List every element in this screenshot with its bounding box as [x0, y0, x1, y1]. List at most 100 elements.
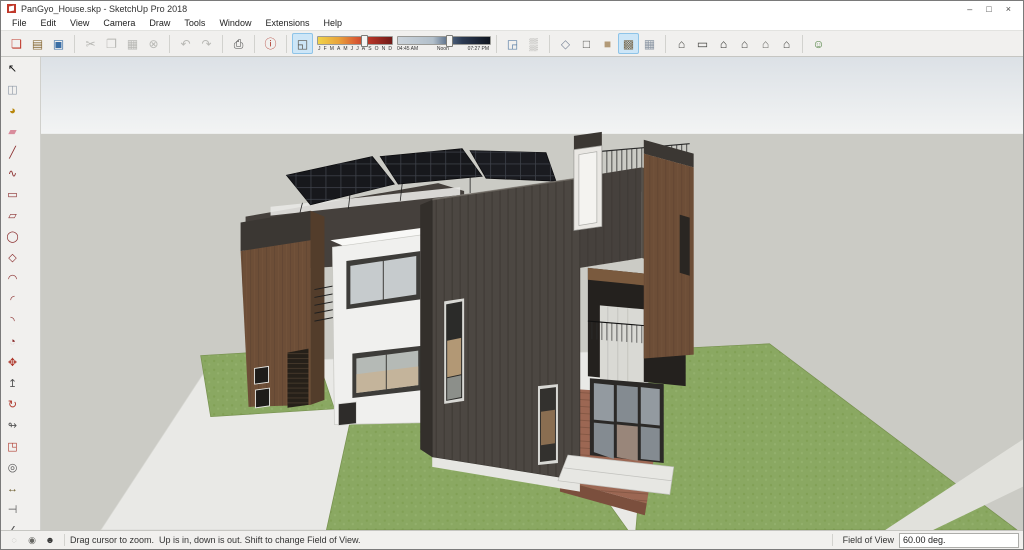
menu-view[interactable]: View: [63, 17, 96, 29]
sign-in-icon[interactable]: ☻: [44, 534, 56, 546]
pie-tool[interactable]: ◔: [3, 333, 22, 352]
view-iso-icon: ⌂: [677, 36, 686, 51]
undo-icon: ↶: [180, 36, 191, 51]
cut-icon: ✂: [85, 36, 96, 51]
copy-button[interactable]: ❐: [101, 33, 122, 54]
push-pull-tool[interactable]: ↥: [3, 375, 22, 394]
date-slider-handle[interactable]: [360, 34, 368, 47]
circle-tool[interactable]: ◯: [3, 228, 22, 247]
maximize-button[interactable]: □: [986, 4, 991, 14]
view-left-button[interactable]: ⌂: [776, 33, 797, 54]
close-button[interactable]: ×: [1006, 4, 1011, 14]
geo-figure-icon: ☺: [812, 36, 825, 51]
dimension-tool[interactable]: ⊣: [3, 501, 22, 520]
sketchup-logo-icon: [7, 4, 16, 13]
line-tool[interactable]: ╱: [3, 144, 22, 163]
minimize-button[interactable]: –: [967, 4, 972, 14]
paste-icon: ▦: [126, 36, 139, 51]
shadows-toolbar: ◱ JFMAMJJASOND 04:45 AM Noon 07:27 PM: [290, 33, 493, 54]
print-button[interactable]: ⎙: [228, 33, 249, 54]
title-bar: PanGyo_House.skp - SketchUp Pro 2018 – □…: [1, 1, 1023, 16]
offset-tool[interactable]: ◎: [3, 459, 22, 478]
menu-help[interactable]: Help: [316, 17, 349, 29]
shadow-settings-button[interactable]: ◱: [292, 33, 313, 54]
view-right-button[interactable]: ⌂: [734, 33, 755, 54]
month-letter: F: [323, 45, 327, 52]
model-info-button[interactable]: ⓘ: [260, 33, 281, 54]
scale-tool[interactable]: ◳: [3, 438, 22, 457]
month-letter: M: [343, 45, 348, 52]
shadows-toggle-button[interactable]: ◲: [502, 33, 523, 54]
time-slider-handle[interactable]: [445, 34, 453, 47]
eraser-tool[interactable]: ▰: [3, 123, 22, 142]
style-shaded-with-textures-button[interactable]: ▩: [618, 33, 639, 54]
two-point-arc-tool[interactable]: ◜: [3, 291, 22, 310]
geo-figure-button[interactable]: ☺: [808, 33, 829, 54]
month-letter: J: [350, 45, 354, 52]
model-canvas[interactable]: [41, 57, 1023, 530]
sketchup-window: PanGyo_House.skp - SketchUp Pro 2018 – □…: [0, 0, 1024, 550]
view-front-button[interactable]: ⌂: [713, 33, 734, 54]
geolocation-icon[interactable]: ◌: [8, 534, 20, 546]
rotate-tool[interactable]: ↻: [3, 396, 22, 415]
status-separator: [831, 534, 833, 546]
open-button[interactable]: ▤: [27, 33, 48, 54]
make-component-tool[interactable]: ◫: [3, 81, 22, 100]
style-hidden-line-button[interactable]: □: [576, 33, 597, 54]
style-monochrome-button[interactable]: ▦: [639, 33, 660, 54]
measurement-label: Field of View: [842, 535, 894, 545]
large-tool-set: ↖◫◕▰╱∿▭▱◯◇◠◜◝◔✥↥↻↬◳◎↔⊣∠A⊥A↺☜⊕⊞✺↶☺◉∷◪: [1, 57, 41, 549]
fog-toggle-button[interactable]: ▒: [523, 33, 544, 54]
menu-window[interactable]: Window: [212, 17, 258, 29]
style-shaded-button[interactable]: ■: [597, 33, 618, 54]
menu-camera[interactable]: Camera: [96, 17, 142, 29]
style-xray-button[interactable]: ◇: [555, 33, 576, 54]
menu-extensions[interactable]: Extensions: [258, 17, 316, 29]
view-top-button[interactable]: ▭: [692, 33, 713, 54]
follow-me-tool[interactable]: ↬: [3, 417, 22, 436]
shadow-date-slider[interactable]: JFMAMJJASOND: [317, 34, 393, 52]
erase-button[interactable]: ⊗: [143, 33, 164, 54]
arc-tool[interactable]: ◠: [3, 270, 22, 289]
menu-tools[interactable]: Tools: [177, 17, 212, 29]
toolbar-separator: [286, 34, 287, 53]
style-monochrome-icon: ▦: [643, 36, 656, 51]
new-button[interactable]: ❏: [6, 33, 27, 54]
sunset-time-label: 07:27 PM: [467, 45, 489, 52]
menu-bar: File Edit View Camera Draw Tools Window Extensi…: [1, 16, 1023, 31]
redo-button[interactable]: ↷: [196, 33, 217, 54]
three-point-arc-tool[interactable]: ◝: [3, 312, 22, 331]
credits-icon[interactable]: ◉: [26, 534, 38, 546]
cut-button[interactable]: ✂: [80, 33, 101, 54]
shadow-time-slider[interactable]: 04:45 AM Noon 07:27 PM: [397, 34, 491, 52]
undo-button[interactable]: ↶: [175, 33, 196, 54]
model-info-icon: ⓘ: [264, 36, 277, 51]
rectangle-tool[interactable]: ▭: [3, 186, 22, 205]
new-icon: ❏: [11, 36, 22, 51]
save-button[interactable]: ▣: [48, 33, 69, 54]
menu-edit[interactable]: Edit: [34, 17, 64, 29]
polygon-tool[interactable]: ◇: [3, 249, 22, 268]
freehand-tool[interactable]: ∿: [3, 165, 22, 184]
toolbar-separator: [169, 34, 170, 53]
paste-button[interactable]: ▦: [122, 33, 143, 54]
toolbar-separator: [549, 34, 550, 53]
view-iso-button[interactable]: ⌂: [671, 33, 692, 54]
open-icon: ▤: [31, 36, 44, 51]
view-back-button[interactable]: ⌂: [755, 33, 776, 54]
toolbar-separator: [222, 34, 223, 53]
measurement-input[interactable]: 60.00 deg.: [899, 532, 1019, 548]
view-front-icon: ⌂: [719, 36, 728, 51]
menu-file[interactable]: File: [5, 17, 34, 29]
tape-measure-tool[interactable]: ↔: [3, 480, 22, 499]
model-viewport: [41, 57, 1023, 530]
main-toolbar: ❏ ▤ ▣ ✂ ❐ ▦ ⊗ ↶ ↷ ⎙ ⓘ ◱ JFMAMJJASOND 04:45 AM Noon…: [1, 31, 1023, 57]
menu-draw[interactable]: Draw: [142, 17, 177, 29]
rotated-rectangle-tool[interactable]: ▱: [3, 207, 22, 226]
select-tool[interactable]: ↖: [3, 60, 22, 79]
paint-bucket-tool[interactable]: ◕: [3, 102, 22, 121]
main-charcoal-box: [420, 177, 598, 492]
view-top-icon: ▭: [696, 36, 709, 51]
move-tool[interactable]: ✥: [3, 354, 22, 373]
erase-icon: ⊗: [148, 36, 159, 51]
